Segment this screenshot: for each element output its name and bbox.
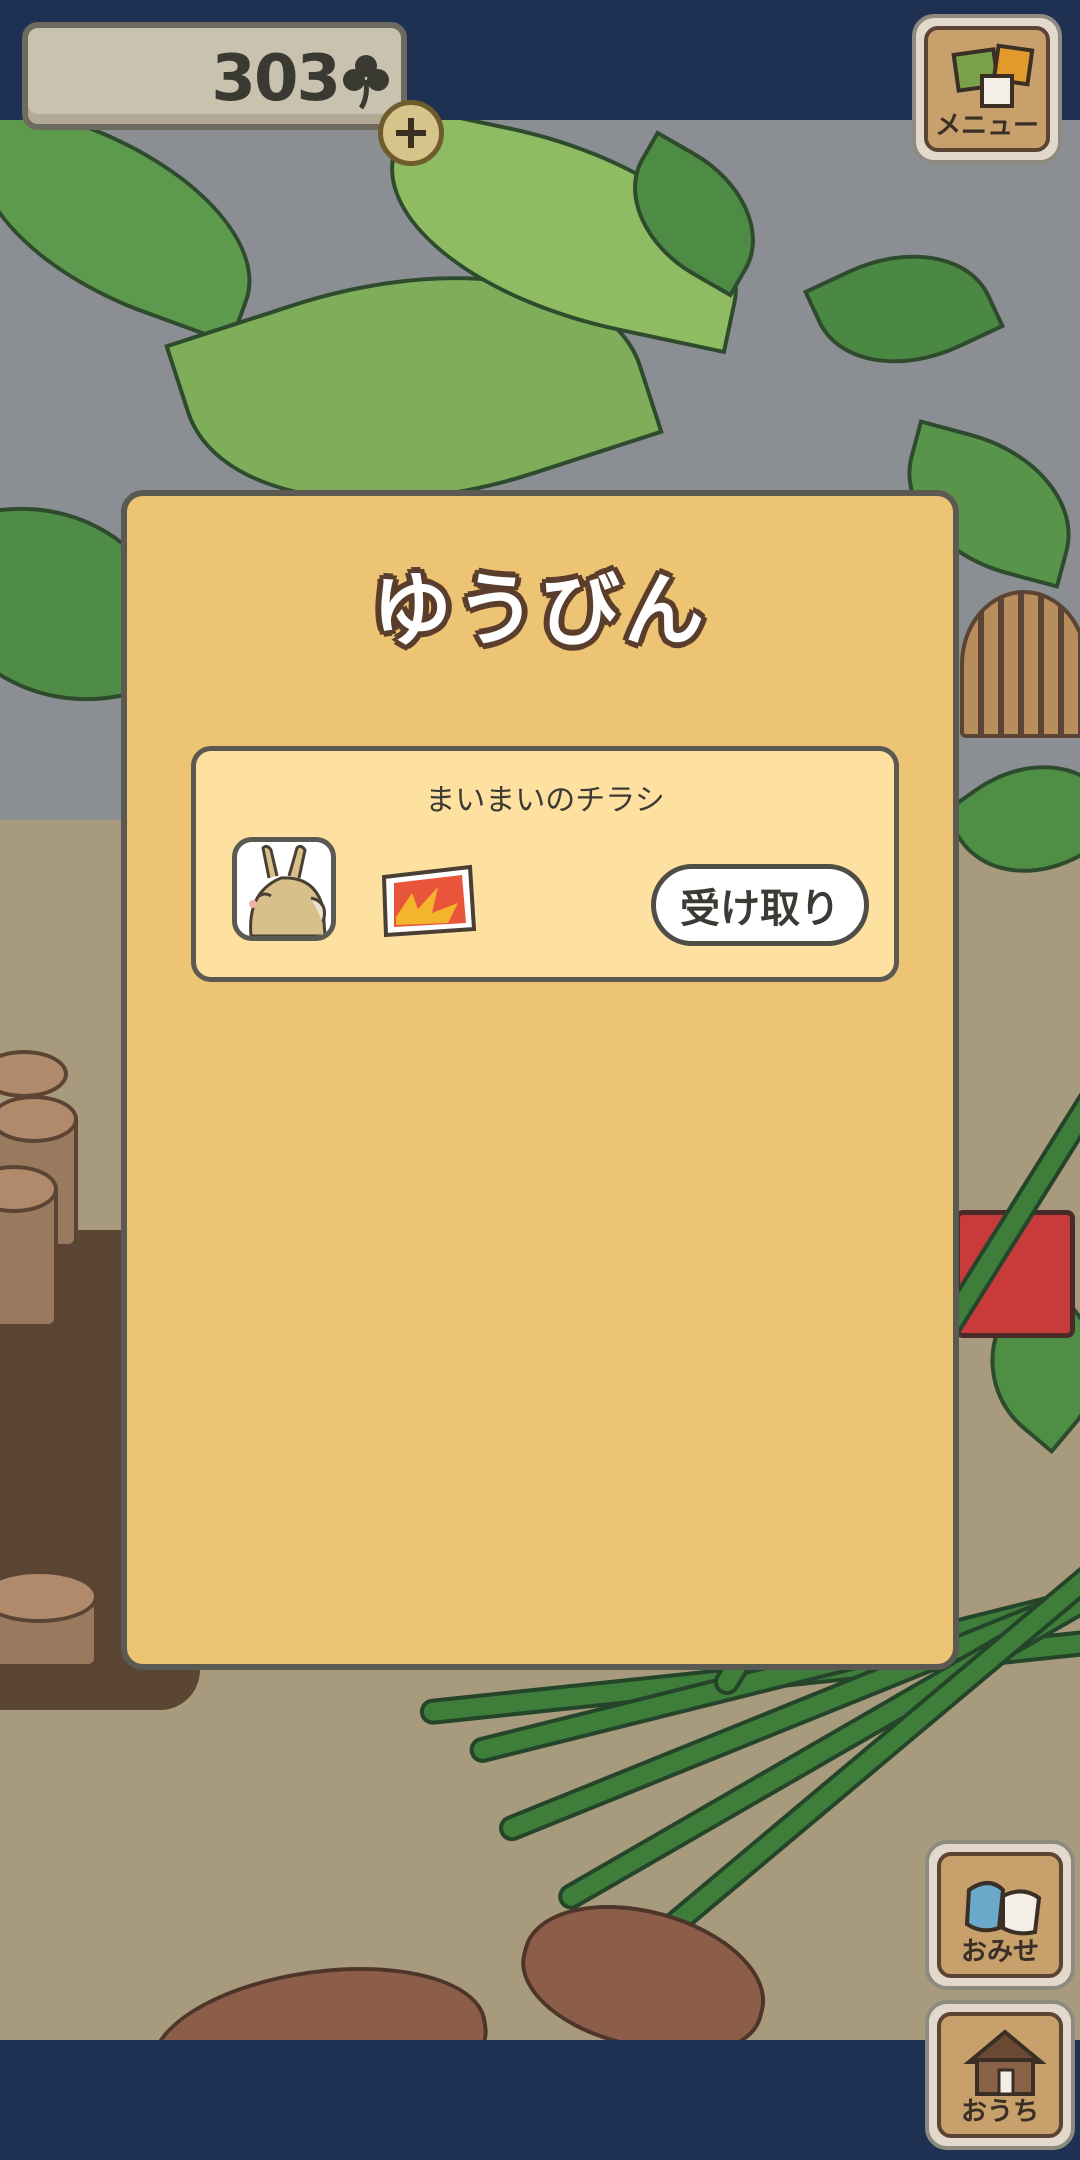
snail-character-icon <box>249 844 327 936</box>
mail-item-title: まいまいのチラシ <box>425 783 665 818</box>
receive-button[interactable]: 受け取り <box>651 864 869 946</box>
add-clover-button[interactable] <box>378 100 444 166</box>
shop-button[interactable]: おみせ <box>925 1840 1075 1990</box>
mail-dialog: ゆうびん まいまいのチラシ 受け取り <box>121 490 959 1670</box>
home-button[interactable]: おうち <box>925 2000 1075 2150</box>
wooden-fence <box>960 590 1080 738</box>
shop-button-face: おみせ <box>937 1852 1063 1978</box>
dialog-title: ゆうびん <box>372 564 708 657</box>
shop-bags-icon <box>964 1881 1042 1936</box>
shop-label: おみせ <box>960 1937 1039 1967</box>
mail-item: まいまいのチラシ 受け取り <box>191 746 899 982</box>
menu-label: メニュー <box>934 111 1039 141</box>
flyer-icon <box>381 864 477 938</box>
clover-count: 303 <box>211 42 341 116</box>
menu-button-face: メニュー <box>924 26 1050 152</box>
menu-cards-icon <box>951 43 1035 108</box>
clover-icon <box>343 55 389 110</box>
home-label: おうち <box>960 2097 1039 2127</box>
house-icon <box>963 2029 1047 2096</box>
clover-counter: 303 <box>22 22 407 130</box>
home-button-face: おうち <box>937 2012 1063 2138</box>
snail-character-avatar <box>232 837 336 941</box>
plus-icon <box>396 118 426 148</box>
menu-button[interactable]: メニュー <box>912 14 1062 164</box>
